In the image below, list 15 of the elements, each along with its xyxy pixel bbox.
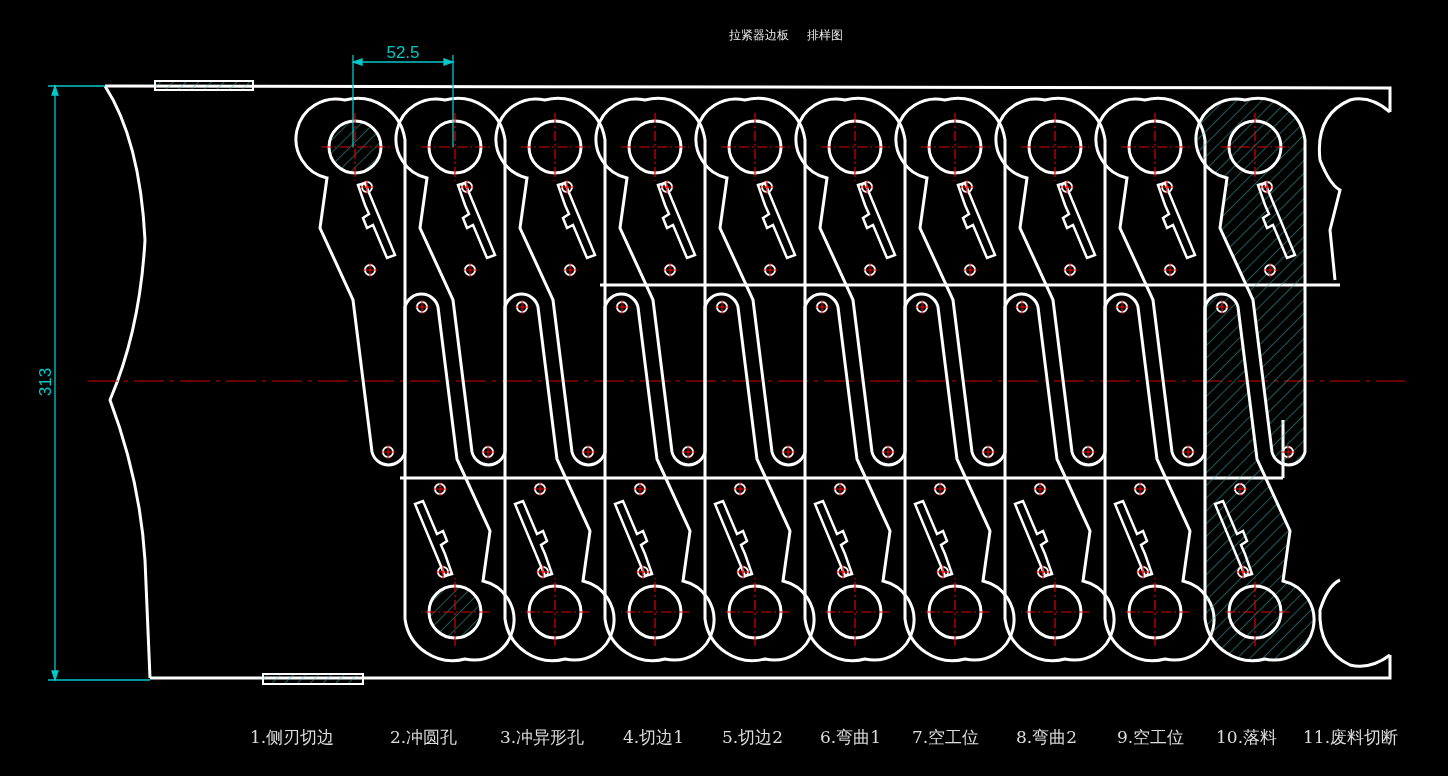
station-label: 11.废料切断 bbox=[1303, 727, 1399, 747]
station-label: 2.冲圆孔 bbox=[390, 727, 458, 747]
drawing-title: 拉紧器边板 bbox=[729, 28, 789, 42]
station-label: 9.空工位 bbox=[1117, 727, 1185, 747]
station-label: 3.冲异形孔 bbox=[500, 727, 585, 747]
station-label: 7.空工位 bbox=[912, 727, 980, 747]
drawing-subtitle: 排样图 bbox=[807, 28, 843, 42]
dimension-label: 52.5 bbox=[386, 43, 420, 62]
station-label: 5.切边2 bbox=[722, 727, 784, 747]
station-label: 10.落料 bbox=[1216, 727, 1278, 747]
station-label: 4.切边1 bbox=[623, 727, 685, 747]
station-label: 8.弯曲2 bbox=[1016, 727, 1078, 747]
station-label: 6.弯曲1 bbox=[820, 727, 882, 747]
station-label: 1.侧刃切边 bbox=[250, 727, 335, 747]
dimension-label: 313 bbox=[36, 367, 55, 397]
